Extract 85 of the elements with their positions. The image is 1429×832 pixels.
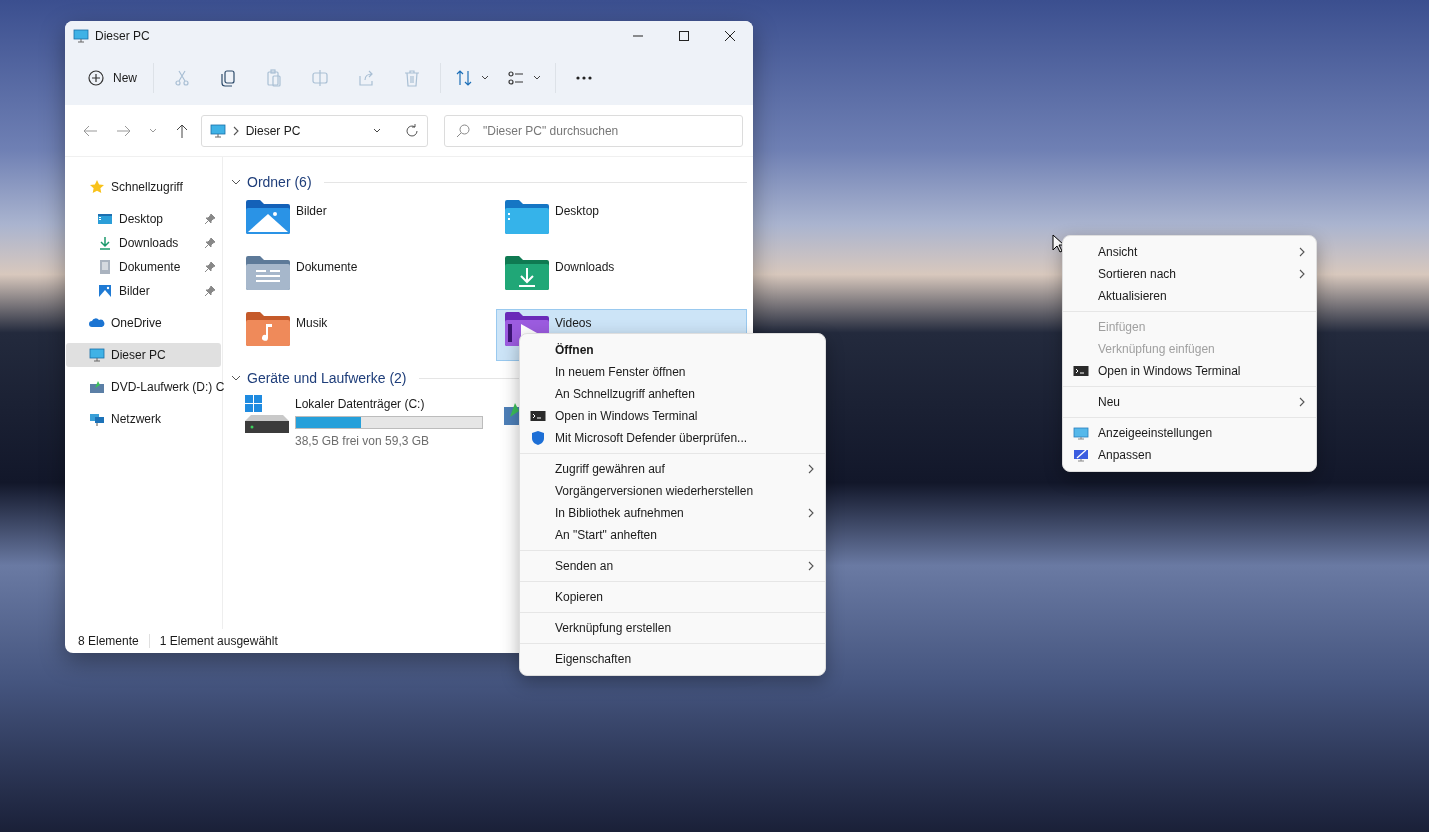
network-icon: [89, 411, 105, 427]
picture-folder-icon: [246, 200, 290, 234]
menu-item[interactable]: Anpassen: [1067, 444, 1312, 466]
menu-item[interactable]: Senden an: [524, 555, 821, 577]
menu-item[interactable]: Anzeigeeinstellungen: [1067, 422, 1312, 444]
sidebar-item[interactable]: Dieser PC: [66, 343, 221, 367]
terminal-icon: [530, 408, 546, 424]
submenu-chevron-icon: [807, 561, 815, 571]
forward-arrow-icon: [116, 124, 131, 137]
status-text: 8 Elemente: [78, 633, 139, 650]
folder-tile[interactable]: Bilder: [237, 197, 488, 249]
terminal-icon: [1073, 363, 1089, 379]
caret-icon: [481, 74, 489, 81]
menu-item[interactable]: Mit Microsoft Defender überprüfen...: [524, 427, 821, 449]
menu-item[interactable]: Vorgängerversionen wiederherstellen: [524, 480, 821, 502]
menu-item[interactable]: Ansicht: [1067, 241, 1312, 263]
document-folder-icon: [246, 256, 290, 290]
menu-item[interactable]: Sortieren nach: [1067, 263, 1312, 285]
menu-item[interactable]: Eigenschaften: [524, 648, 821, 670]
collapse-chevron-icon[interactable]: [231, 373, 241, 383]
menu-item[interactable]: Verknüpfung erstellen: [524, 617, 821, 639]
folder-tile[interactable]: Desktop: [496, 197, 747, 249]
desktop-icon: [97, 211, 113, 227]
window-title: Dieser PC: [95, 27, 150, 45]
submenu-chevron-icon: [1298, 397, 1306, 407]
minimize-icon: [633, 34, 643, 37]
brush-monitor-icon: [1073, 447, 1089, 463]
maximize-icon: [679, 30, 689, 41]
menu-item[interactable]: Open in Windows Terminal: [1067, 360, 1312, 382]
monitor-icon: [73, 27, 89, 44]
folder-tile[interactable]: Downloads: [496, 253, 747, 305]
download-arrow-icon: [97, 235, 113, 251]
menu-item[interactable]: Öffnen: [524, 339, 821, 361]
monitor-icon: [1073, 425, 1089, 441]
menu-item[interactable]: Open in Windows Terminal: [524, 405, 821, 427]
menu-item[interactable]: Aktualisieren: [1067, 285, 1312, 307]
monitor-icon: [89, 347, 105, 363]
menu-item[interactable]: In Bibliothek aufnehmen: [524, 502, 821, 524]
sidebar-item[interactable]: OneDrive: [66, 311, 221, 335]
new-button[interactable]: New: [77, 59, 147, 96]
desktop-folder-icon: [505, 200, 549, 234]
star-icon: [89, 179, 105, 195]
monitor-icon: [209, 122, 226, 139]
up-arrow-icon: [175, 123, 188, 138]
status-text: 1 Element ausgewählt: [159, 633, 278, 650]
music-folder-icon: [246, 312, 290, 346]
free-space-label: 38,5 GB frei von 59,3 GB: [295, 433, 431, 450]
shield-icon: [530, 430, 546, 446]
hard-drive-icon: [245, 395, 289, 435]
submenu-chevron-icon: [1298, 247, 1306, 257]
menu-item[interactable]: An Schnellzugriff anheften: [524, 383, 821, 405]
back-arrow-icon: [82, 124, 97, 137]
submenu-chevron-icon: [807, 508, 815, 518]
search-field[interactable]: "Dieser PC" durchsuchen: [444, 114, 743, 147]
section-heading: Ordner (6): [247, 172, 312, 192]
caret-icon: [533, 74, 541, 81]
menu-item[interactable]: An "Start" anheften: [524, 524, 821, 546]
menu-item[interactable]: Zugriff gewähren auf: [524, 458, 821, 480]
sidebar-item[interactable]: Desktop: [66, 207, 221, 231]
address-bar[interactable]: Dieser PC: [200, 114, 428, 147]
caret-icon: [148, 127, 157, 134]
folder-tile[interactable]: Dokumente: [237, 253, 488, 305]
picture-icon: [97, 283, 113, 299]
search-icon: [456, 123, 470, 138]
menu-item[interactable]: Kopieren: [524, 586, 821, 608]
menu-item[interactable]: In neuem Fenster öffnen: [524, 361, 821, 383]
sidebar-item[interactable]: Dokumente: [66, 255, 221, 279]
section-heading: Geräte und Laufwerke (2): [247, 368, 407, 388]
sidebar-item[interactable]: Schnellzugriff: [66, 175, 221, 199]
folder-tile[interactable]: Musik: [237, 309, 488, 361]
drive-name: Lokaler Datenträger (C:): [295, 396, 426, 413]
sidebar-item[interactable]: Netzwerk: [66, 407, 221, 431]
document-icon: [97, 259, 113, 275]
refresh-icon[interactable]: [405, 123, 419, 138]
menu-item[interactable]: Neu: [1067, 391, 1312, 413]
sidebar-item[interactable]: Downloads: [66, 231, 221, 255]
submenu-chevron-icon: [1298, 269, 1306, 279]
collapse-chevron-icon[interactable]: [231, 177, 241, 187]
caret-icon: [373, 127, 381, 134]
close-icon: [725, 30, 735, 41]
breadcrumb-chevron-icon: [231, 125, 240, 136]
sidebar-item[interactable]: Bilder: [66, 279, 221, 303]
download-folder-icon: [505, 256, 549, 290]
dvd-drive-icon: [89, 379, 105, 395]
submenu-chevron-icon: [807, 464, 815, 474]
